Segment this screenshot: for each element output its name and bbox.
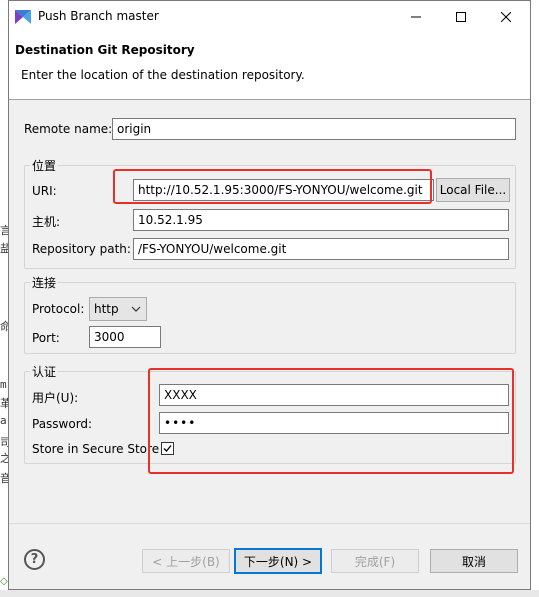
location-group-title: 位置 — [30, 157, 59, 174]
next-button[interactable]: 下一步(N) > — [234, 548, 322, 574]
uri-label: URI: — [32, 184, 57, 198]
protocol-label: Protocol: — [32, 302, 85, 316]
back-button[interactable]: < 上一步(B) — [142, 549, 230, 573]
title-bar[interactable]: Push Branch master — [9, 1, 530, 33]
help-icon[interactable]: ? — [24, 549, 45, 570]
chevron-down-icon — [131, 306, 141, 312]
background-right-edge — [530, 0, 539, 597]
remote-name-input[interactable]: origin — [112, 118, 516, 140]
uri-highlight — [113, 169, 432, 204]
user-label: 用户(U): — [32, 391, 79, 405]
footer-separator — [9, 523, 530, 524]
credentials-highlight — [148, 368, 514, 474]
window-title: Push Branch master — [38, 9, 159, 23]
host-input[interactable]: 10.52.1.95 — [133, 209, 509, 231]
eclipse-logo-icon — [15, 10, 31, 24]
background-bottom-bar — [0, 590, 539, 597]
finish-button[interactable]: 完成(F) — [331, 549, 419, 573]
push-branch-dialog: Push Branch master Destination Git Repos… — [8, 0, 531, 590]
minimize-icon — [410, 16, 421, 17]
protocol-select[interactable]: http — [89, 297, 147, 321]
connection-group-title: 连接 — [30, 274, 59, 291]
local-file-button[interactable]: Local File... — [436, 178, 510, 202]
page-title: Destination Git Repository — [15, 43, 195, 57]
host-label: 主机: — [32, 215, 61, 229]
password-label: Password: — [32, 417, 93, 431]
wizard-banner: Destination Git Repository Enter the loc… — [9, 33, 530, 100]
port-label: Port: — [32, 331, 60, 345]
maximize-icon — [455, 11, 466, 22]
repository-path-label: Repository path: — [32, 242, 131, 256]
port-input[interactable]: 3000 — [89, 326, 161, 348]
close-button[interactable] — [483, 1, 528, 32]
close-icon — [500, 11, 511, 22]
page-description: Enter the location of the destination re… — [21, 68, 305, 82]
remote-name-label: Remote name: — [24, 122, 113, 136]
maximize-button[interactable] — [438, 1, 483, 32]
minimize-button[interactable] — [393, 1, 438, 32]
protocol-selected-value: http — [94, 302, 119, 316]
repository-path-input[interactable]: /FS-YONYOU/welcome.git — [133, 238, 509, 260]
authentication-group-title: 认证 — [30, 363, 59, 380]
cancel-button[interactable]: 取消 — [430, 549, 518, 573]
secure-store-label: Store in Secure Store — [32, 442, 160, 456]
